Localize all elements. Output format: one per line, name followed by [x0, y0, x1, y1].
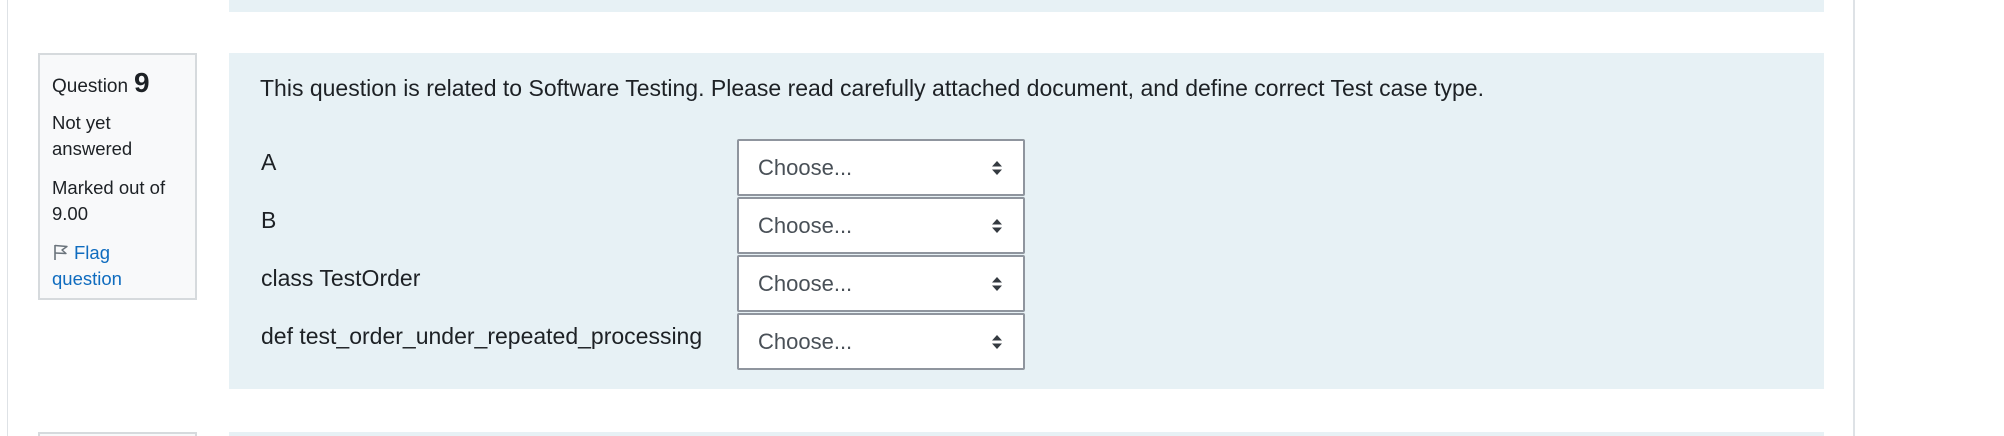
- question-number-row: Question 9: [52, 69, 185, 98]
- next-question-info-panel-edge: [38, 432, 197, 436]
- next-question-content-edge: [229, 432, 1824, 436]
- question-text: This question is related to Software Tes…: [260, 75, 1484, 101]
- question-info-panel: Question 9 Not yet answered Marked out o…: [38, 53, 197, 300]
- select-value: Choose...: [758, 154, 853, 180]
- match-select[interactable]: Choose...: [737, 255, 1025, 312]
- select-value: Choose...: [758, 328, 853, 354]
- match-row: def test_order_under_repeated_processing…: [229, 313, 1824, 370]
- sort-arrows-icon: [992, 160, 1002, 175]
- sort-arrows-icon: [992, 218, 1002, 233]
- match-select[interactable]: Choose...: [737, 313, 1025, 370]
- sort-arrows-icon: [992, 276, 1002, 291]
- page-right-border: [1853, 0, 1855, 436]
- match-label: class TestOrder: [261, 265, 421, 291]
- flag-icon: [54, 244, 68, 260]
- question-state: Not yet answered: [52, 112, 133, 159]
- question-number: 9: [134, 67, 150, 98]
- page-left-border: [7, 0, 8, 436]
- match-label: A: [261, 149, 277, 175]
- previous-question-content-tail: [229, 0, 1824, 12]
- select-value: Choose...: [758, 270, 853, 296]
- match-row: class TestOrder Choose...: [229, 255, 1824, 312]
- match-row: A Choose...: [229, 139, 1824, 196]
- select-value: Choose...: [758, 212, 853, 238]
- match-select[interactable]: Choose...: [737, 197, 1025, 254]
- match-label: B: [261, 207, 277, 233]
- match-label: def test_order_under_repeated_processing: [261, 323, 703, 349]
- match-row: B Choose...: [229, 197, 1824, 254]
- question-number-label: Question: [52, 76, 129, 97]
- match-select[interactable]: Choose...: [737, 139, 1025, 196]
- flag-question-link[interactable]: Flag question: [52, 240, 185, 292]
- question-content: This question is related to Software Tes…: [229, 53, 1824, 389]
- quiz-page: Question 9 Not yet answered Marked out o…: [0, 0, 2004, 436]
- sort-arrows-icon: [992, 334, 1002, 349]
- question-grade: Marked out of 9.00: [52, 177, 166, 224]
